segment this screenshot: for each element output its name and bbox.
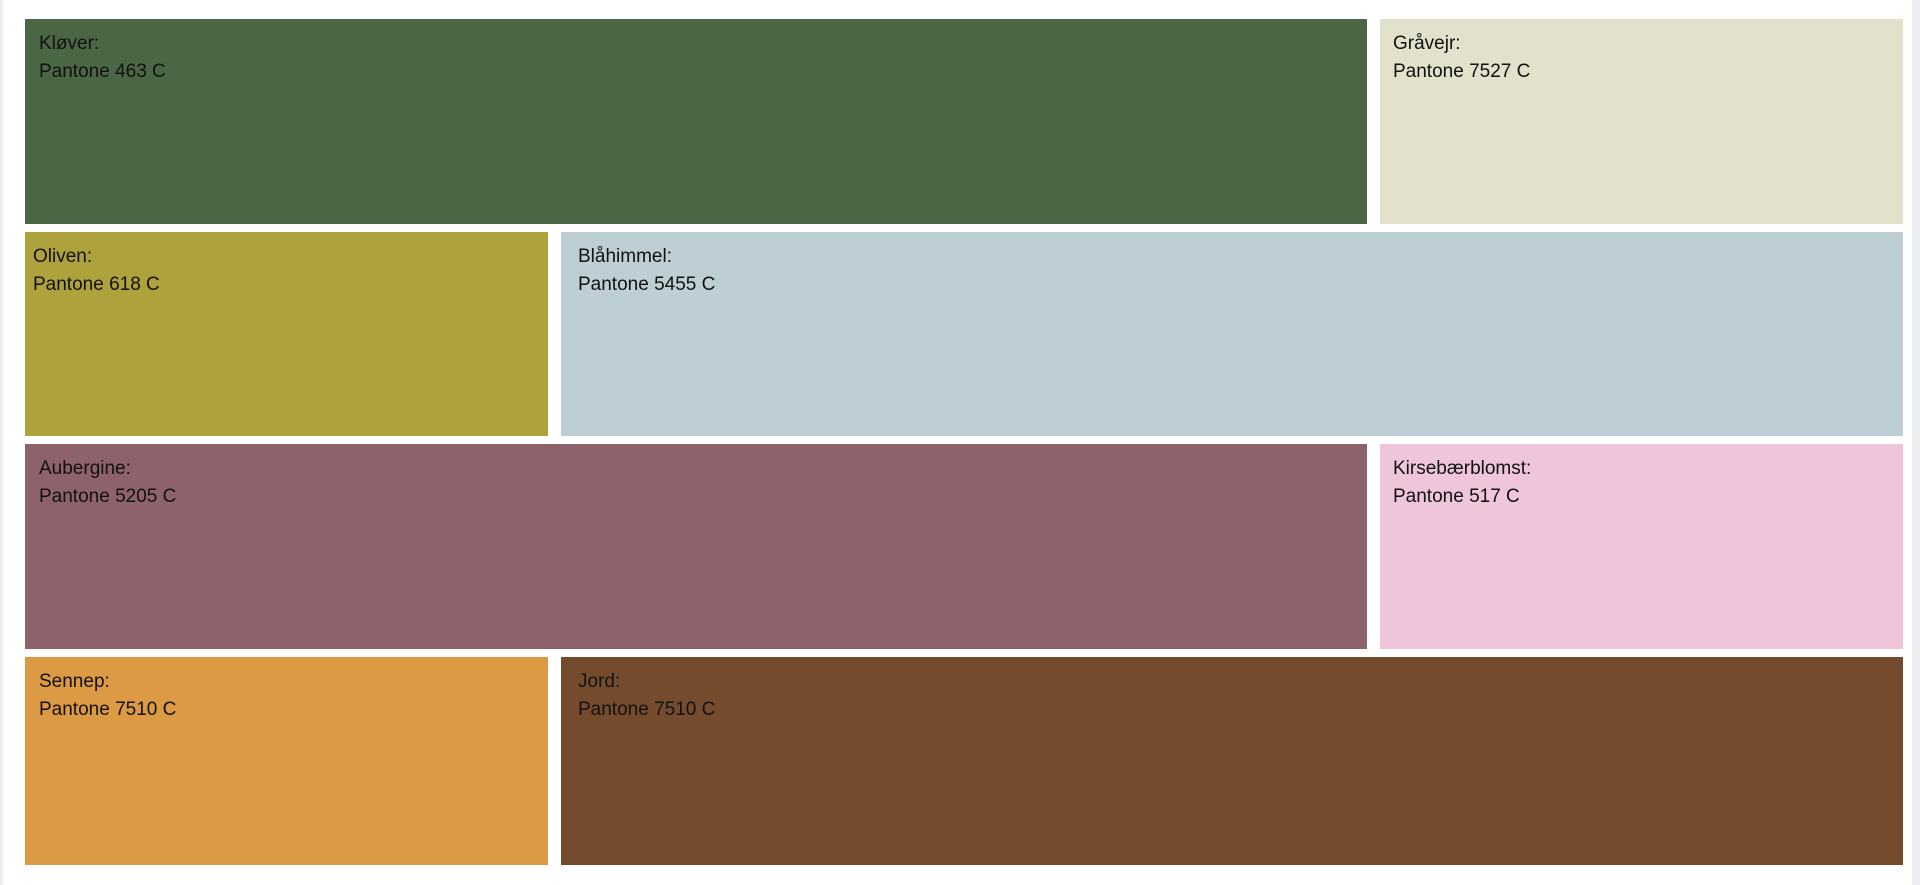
swatch-code: Pantone 5205 C — [39, 486, 177, 507]
swatch-code: Pantone 7510 C — [578, 699, 716, 720]
swatch-name: Oliven: — [33, 246, 93, 267]
swatch-name: Blåhimmel: — [578, 246, 672, 267]
swatch-code: Pantone 5455 C — [578, 274, 716, 295]
swatch-klover: Kløver: Pantone 463 C — [25, 19, 1367, 224]
swatch-code: Pantone 7527 C — [1393, 61, 1531, 82]
swatch-jord: Jord: Pantone 7510 C — [561, 657, 1903, 865]
swatch-blahimmel: Blåhimmel: Pantone 5455 C — [561, 232, 1903, 436]
swatch-kirsebaerblomst: Kirsebærblomst: Pantone 517 C — [1380, 444, 1903, 649]
swatch-code: Pantone 517 C — [1393, 486, 1520, 507]
swatch-aubergine: Aubergine: Pantone 5205 C — [25, 444, 1367, 649]
swatch-name: Kløver: — [39, 33, 100, 54]
swatch-name: Aubergine: — [39, 458, 131, 479]
swatch-name: Sennep: — [39, 671, 110, 692]
swatch-code: Pantone 7510 C — [39, 699, 177, 720]
swatch-name: Kirsebærblomst: — [1393, 458, 1532, 479]
swatch-sennep: Sennep: Pantone 7510 C — [25, 657, 548, 865]
swatch-code: Pantone 463 C — [39, 61, 166, 82]
swatch-gravejr: Gråvejr: Pantone 7527 C — [1380, 19, 1903, 224]
swatch-name: Gråvejr: — [1393, 33, 1461, 54]
palette-frame: Kløver: Pantone 463 C Gråvejr: Pantone 7… — [3, 0, 1912, 885]
swatch-name: Jord: — [578, 671, 621, 692]
swatch-oliven: Oliven: Pantone 618 C — [25, 232, 548, 436]
swatch-code: Pantone 618 C — [33, 274, 160, 295]
